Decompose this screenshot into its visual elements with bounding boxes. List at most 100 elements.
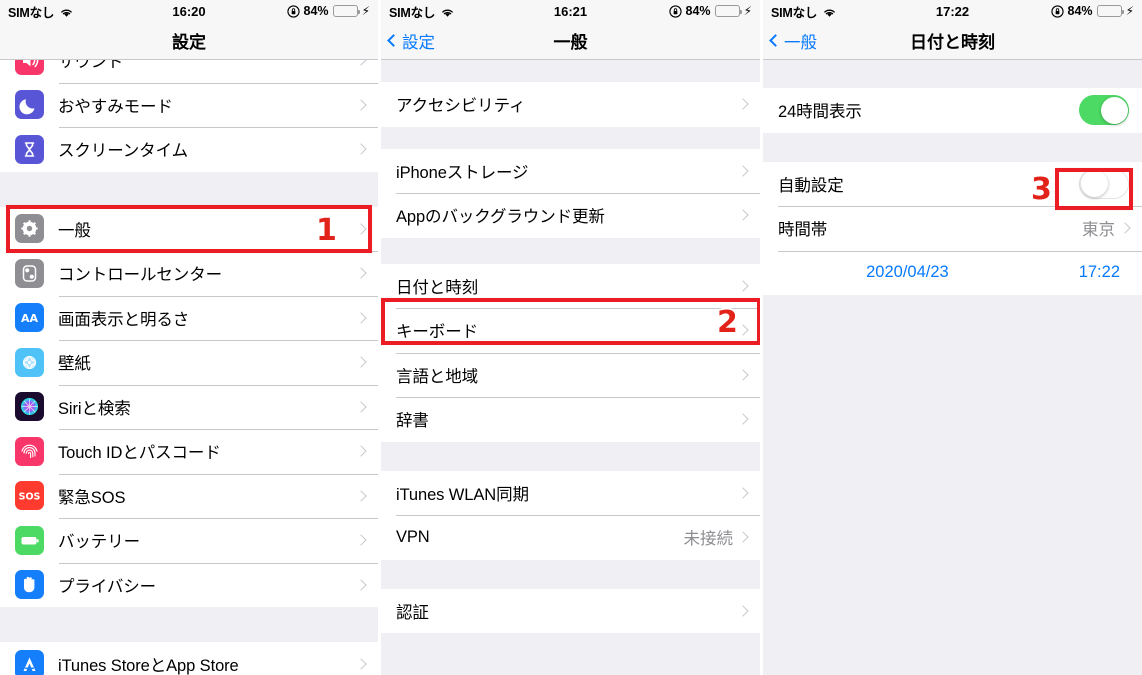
list-item-label: 一般 bbox=[58, 221, 91, 240]
chevron-right-icon bbox=[355, 445, 367, 457]
group-spacer bbox=[381, 441, 760, 471]
list-group: iTunes WLAN同期 VPN 未接続 bbox=[381, 470, 760, 560]
group-spacer bbox=[0, 171, 378, 207]
chevron-right-icon bbox=[355, 534, 367, 546]
chevron-right-icon bbox=[355, 312, 367, 324]
chevron-right-icon bbox=[737, 98, 749, 110]
list-item-24hour[interactable]: 24時間表示 bbox=[763, 88, 1142, 133]
list-item[interactable]: プライバシー bbox=[0, 562, 378, 607]
group-spacer bbox=[381, 60, 760, 82]
toggle-knob bbox=[1080, 170, 1108, 198]
status-bar: SIMなし 16:20 84% ⚡ bbox=[0, 0, 378, 22]
chevron-right-icon bbox=[355, 143, 367, 155]
chevron-right-icon bbox=[355, 490, 367, 502]
list-item[interactable]: 壁紙 bbox=[0, 340, 378, 385]
nav-bar: 設定 bbox=[0, 22, 378, 60]
list-item[interactable]: iTunes StoreとApp Store bbox=[0, 642, 378, 675]
battery-icon bbox=[1096, 5, 1124, 17]
step-badge-3: 3 bbox=[1029, 172, 1053, 207]
list-group: アクセシビリティ bbox=[381, 82, 760, 127]
list-item-auto-set[interactable]: 自動設定 bbox=[763, 161, 1142, 206]
hourglass-icon bbox=[15, 134, 44, 164]
chevron-left-icon bbox=[387, 34, 400, 47]
list-item-value: 未接続 bbox=[683, 530, 734, 549]
back-button[interactable]: 一般 bbox=[769, 29, 817, 53]
list-item[interactable]: Siriと検索 bbox=[0, 384, 378, 429]
list-item-date-time[interactable]: 日付と時刻 bbox=[381, 263, 760, 308]
list-item-label: おやすみモード bbox=[58, 97, 173, 116]
nav-bar: 設定 一般 bbox=[381, 22, 760, 60]
list-item[interactable]: iTunes WLAN同期 bbox=[381, 470, 760, 515]
siri-icon bbox=[15, 392, 44, 422]
list-item-label: コントロールセンター bbox=[58, 266, 223, 285]
step-badge-1: 1 bbox=[314, 213, 338, 248]
chevron-right-icon bbox=[355, 658, 367, 670]
chevron-right-icon bbox=[737, 605, 749, 617]
date-value[interactable]: 2020/04/23 bbox=[866, 263, 949, 282]
list-group: 一般 コントロールセンター AA 画面表示と明るさ 壁紙 Siriと検索 Tou… bbox=[0, 206, 378, 607]
time-value[interactable]: 17:22 bbox=[1079, 263, 1120, 282]
list-item-label: iTunes WLAN同期 bbox=[396, 485, 529, 504]
list-group: iPhoneストレージ Appのバックグラウンド更新 bbox=[381, 148, 760, 238]
back-button-label: 設定 bbox=[402, 33, 435, 52]
list-item-label: 24時間表示 bbox=[778, 103, 862, 122]
list-item[interactable]: iPhoneストレージ bbox=[381, 148, 760, 193]
rotation-lock-icon bbox=[286, 4, 300, 18]
sound-icon bbox=[15, 60, 44, 75]
list-item-date-time-value[interactable]: 2020/04/23 17:22 bbox=[763, 250, 1142, 295]
status-left: SIMなし bbox=[771, 2, 837, 21]
list-item[interactable]: バッテリー bbox=[0, 518, 378, 563]
list-item[interactable]: サウンド bbox=[0, 60, 378, 83]
list-item[interactable]: 言語と地域 bbox=[381, 352, 760, 397]
list-item[interactable]: Touch IDとパスコード bbox=[0, 429, 378, 474]
list-item-label: サウンド bbox=[58, 60, 124, 72]
page-title: 一般 bbox=[553, 33, 588, 52]
list-item[interactable]: キーボード bbox=[381, 308, 760, 353]
toggle-auto-set[interactable] bbox=[1079, 168, 1129, 199]
list-item[interactable]: Appのバックグラウンド更新 bbox=[381, 193, 760, 238]
list-item-label: 画面表示と明るさ bbox=[58, 310, 190, 329]
general-list[interactable]: アクセシビリティ iPhoneストレージ Appのバックグラウンド更新 日付と時… bbox=[381, 60, 760, 675]
chevron-right-icon bbox=[737, 280, 749, 292]
list-item-label: 緊急SOS bbox=[58, 488, 126, 507]
toggle-knob bbox=[1100, 96, 1128, 124]
list-item[interactable]: SOS 緊急SOS bbox=[0, 473, 378, 518]
list-item-label: Siriと検索 bbox=[58, 399, 131, 418]
list-item-label: 辞書 bbox=[396, 412, 429, 431]
chevron-right-icon bbox=[355, 401, 367, 413]
status-right: 84% ⚡ bbox=[1050, 4, 1134, 18]
list-item-timezone[interactable]: 時間帯 東京 bbox=[763, 206, 1142, 251]
chevron-right-icon bbox=[355, 223, 367, 235]
list-item[interactable]: コントロールセンター bbox=[0, 251, 378, 296]
lightning-bolt-icon: ⚡ bbox=[1125, 4, 1134, 18]
display-brightness-icon: AA bbox=[15, 303, 44, 333]
wifi-icon bbox=[440, 7, 455, 18]
list-item[interactable]: スクリーンタイム bbox=[0, 127, 378, 172]
chevron-right-icon bbox=[737, 413, 749, 425]
moon-icon bbox=[15, 90, 44, 120]
svg-text:AA: AA bbox=[21, 312, 39, 325]
list-item[interactable]: AA 画面表示と明るさ bbox=[0, 295, 378, 340]
list-item-label: Appのバックグラウンド更新 bbox=[396, 208, 605, 227]
list-item[interactable]: VPN 未接続 bbox=[381, 515, 760, 560]
wifi-icon bbox=[59, 7, 74, 18]
chevron-right-icon bbox=[355, 579, 367, 591]
rotation-lock-icon bbox=[1050, 4, 1064, 18]
list-item[interactable]: 認証 bbox=[381, 588, 760, 633]
date-time-list[interactable]: 24時間表示 自動設定 時間帯 東京 2020/04/23 17:22 bbox=[763, 60, 1142, 675]
list-item[interactable]: アクセシビリティ bbox=[381, 82, 760, 127]
settings-list[interactable]: サウンド おやすみモード スクリーンタイム 一般 コントロールセンター AA 画… bbox=[0, 60, 378, 675]
status-bar: SIMなし 16:21 84% ⚡ bbox=[381, 0, 760, 22]
nav-bar: 一般 日付と時刻 bbox=[763, 22, 1142, 60]
chevron-right-icon bbox=[355, 267, 367, 279]
list-item[interactable]: おやすみモード bbox=[0, 82, 378, 127]
list-item-label: iTunes StoreとApp Store bbox=[58, 657, 239, 675]
chevron-right-icon bbox=[737, 165, 749, 177]
list-item-label: Touch IDとパスコード bbox=[58, 444, 221, 463]
toggle-24-hour[interactable] bbox=[1079, 95, 1129, 126]
status-bar: SIMなし 17:22 84% ⚡ bbox=[763, 0, 1142, 22]
group-spacer bbox=[763, 60, 1142, 88]
list-item[interactable]: 辞書 bbox=[381, 397, 760, 442]
back-button[interactable]: 設定 bbox=[387, 29, 435, 53]
list-item-label: アクセシビリティ bbox=[396, 97, 526, 116]
